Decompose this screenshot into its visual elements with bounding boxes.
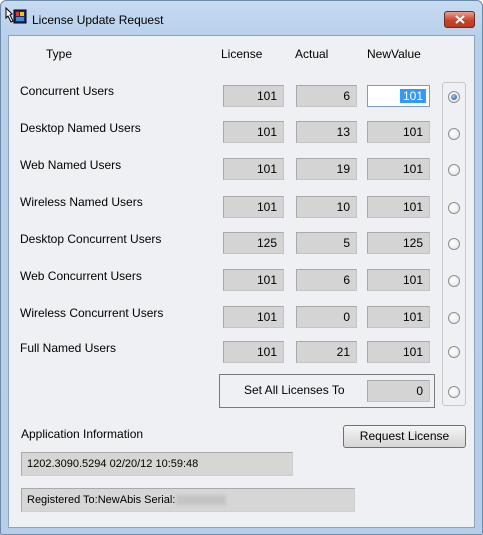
row-label: Desktop Concurrent Users [20,232,162,246]
request-license-button[interactable]: Request License [343,425,466,448]
new-value-input[interactable]: 101 [367,306,430,328]
row-radio-web-named-users[interactable] [448,164,460,176]
registration-text: Registered To:NewAbis Serial: [27,494,176,506]
set-all-label: Set All Licenses To [244,383,345,397]
new-value-input[interactable]: 101 [367,85,430,107]
row-radio-web-concurrent-users[interactable] [448,275,460,287]
actual-field: 0 [296,306,357,328]
close-button[interactable] [444,11,475,28]
license-field: 101 [223,196,284,218]
actual-field: 10 [296,196,357,218]
new-value-input[interactable]: 125 [367,232,430,254]
new-value-input[interactable]: 101 [367,121,430,143]
new-value-input[interactable]: 101 [367,196,430,218]
new-value-input[interactable]: 101 [367,341,430,363]
row-radio-concurrent-users[interactable] [448,91,460,103]
header-license: License [221,47,263,61]
license-field: 101 [223,341,284,363]
actual-field: 5 [296,232,357,254]
row-radio-full-named-users[interactable] [448,346,460,358]
version-field: 1202.3090.5294 02/20/12 10:59:48 [21,452,293,476]
actual-field: 6 [296,269,357,291]
header-actual: Actual [295,47,329,61]
license-field: 101 [223,121,284,143]
license-field: 101 [223,269,284,291]
row-label: Desktop Named Users [20,121,141,135]
license-app-icon [5,7,27,24]
row-radio-desktop-concurrent-users[interactable] [448,238,460,250]
set-all-input[interactable]: 0 [367,380,430,402]
license-update-window: License Update Request Type License Actu… [0,0,483,535]
row-radio-wireless-named-users[interactable] [448,202,460,214]
row-label: Web Named Users [20,158,122,172]
registration-field: Registered To:NewAbis Serial: [21,488,355,512]
row-label: Concurrent Users [20,84,115,98]
actual-field: 6 [296,85,357,107]
window-title: License Update Request [32,13,164,27]
license-field: 101 [223,85,284,107]
license-field: 101 [223,158,284,180]
header-new-value: NewValue [367,47,421,61]
row-label: Wireless Named Users [20,195,143,209]
title-bar[interactable]: License Update Request [1,1,482,35]
row-label: Full Named Users [20,341,117,355]
new-value-input[interactable]: 101 [367,269,430,291]
license-field: 101 [223,306,284,328]
application-information-label: Application Information [21,427,144,441]
actual-field: 21 [296,341,357,363]
row-radio-desktop-named-users[interactable] [448,128,460,140]
row-radio-wireless-concurrent-users[interactable] [448,312,460,324]
license-field: 125 [223,232,284,254]
dialog-content: Type License Actual NewValue Concurrent … [8,35,475,528]
row-label: Wireless Concurrent Users [20,306,164,320]
new-value-selected-text: 101 [399,89,426,103]
set-all-radio[interactable] [448,386,460,398]
actual-field: 19 [296,158,357,180]
header-type: Type [46,47,73,61]
new-value-input[interactable]: 101 [367,158,430,180]
row-label: Web Concurrent Users [20,269,142,283]
redacted-serial [176,495,227,506]
actual-field: 13 [296,121,357,143]
close-icon [455,15,465,24]
